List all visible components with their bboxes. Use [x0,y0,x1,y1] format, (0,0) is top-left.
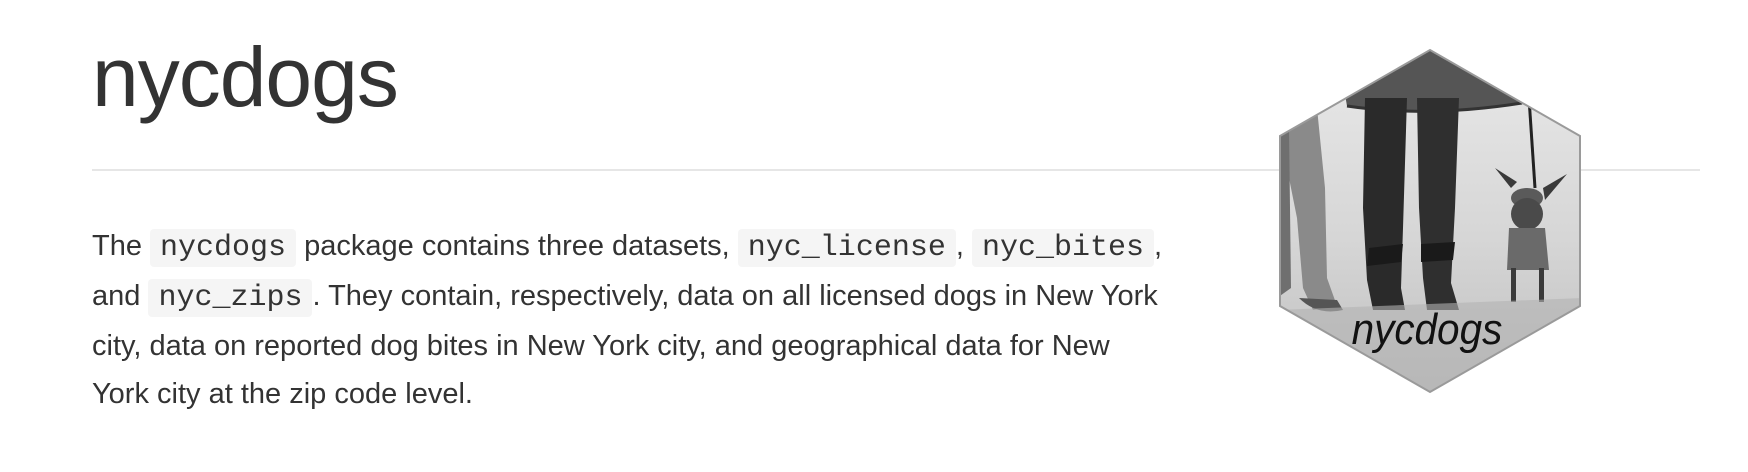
intro-text: , [955,230,964,262]
logo-text: nycdogs [1352,304,1503,353]
intro-text: package contains three datasets, [296,230,738,262]
inline-code-nyc-zips: nyc_zips [148,279,313,317]
page-title: nycdogs [92,30,399,124]
inline-code-nycdogs: nycdogs [150,229,297,267]
inline-code-nyc-bites: nyc_bites [971,229,1154,267]
intro-paragraph: The nycdogs package contains three datas… [92,222,1172,418]
nycdogs-hex-logo: nycdogs [1279,48,1581,394]
inline-code-nyc-license: nyc_license [737,229,956,267]
intro-text: The [92,230,151,262]
